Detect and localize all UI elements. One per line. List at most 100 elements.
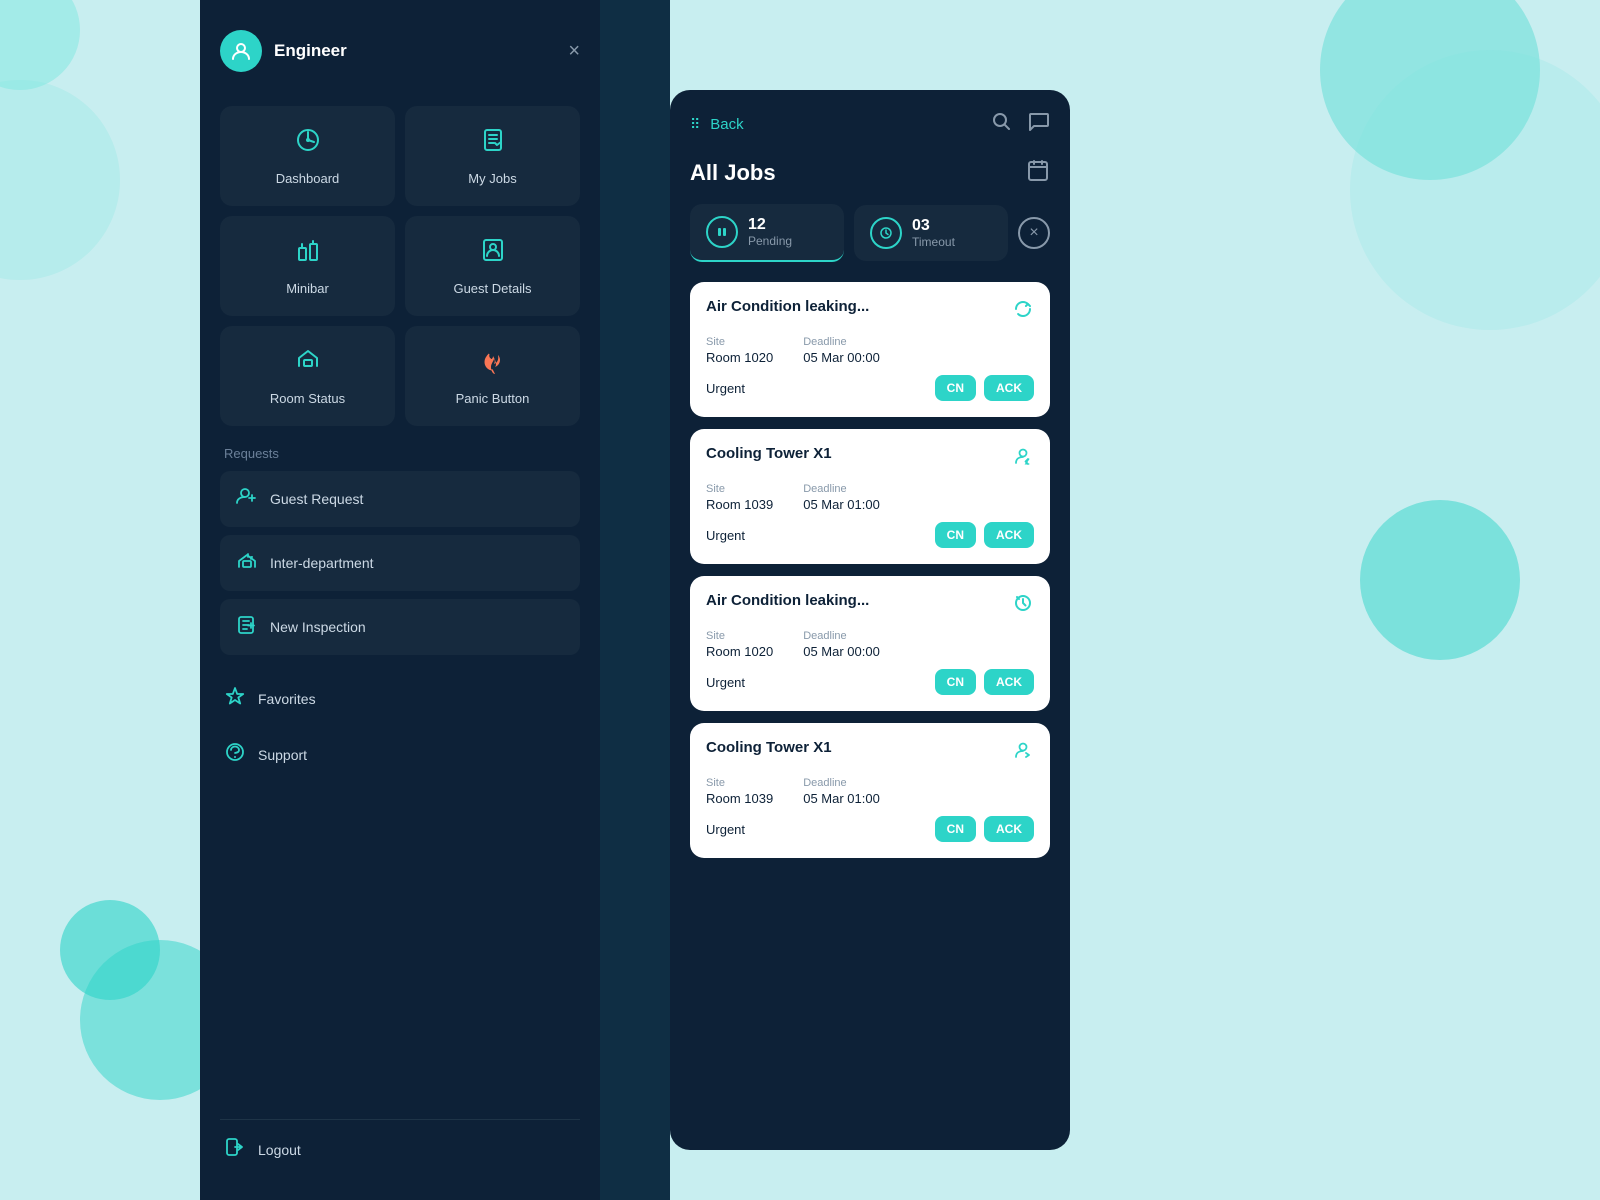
- ack-button-2[interactable]: ACK: [984, 522, 1034, 548]
- reassign-icon-2: [1012, 445, 1034, 473]
- deadline-label-3: Deadline: [803, 630, 880, 642]
- cn-button-4[interactable]: CN: [935, 816, 976, 842]
- bg-circle-7: [1360, 500, 1520, 660]
- logout-button[interactable]: Logout: [220, 1119, 580, 1180]
- panel-calendar-icon[interactable]: [1026, 158, 1050, 188]
- support-link[interactable]: Support: [220, 731, 580, 779]
- job-card-3-footer: Urgent CN ACK: [706, 669, 1034, 695]
- cn-button-2[interactable]: CN: [935, 522, 976, 548]
- menu-item-minibar[interactable]: Minibar: [220, 216, 395, 316]
- tab-pending[interactable]: 12 Pending: [690, 204, 844, 262]
- job-card-2: Cooling Tower X1 Site Room 1039 Deadl: [690, 429, 1050, 564]
- bg-circle-3: [1320, 0, 1540, 180]
- panel-header: Engineer ×: [220, 20, 580, 82]
- logout-label: Logout: [258, 1142, 301, 1158]
- menu-grid: Dashboard My Jobs Minibar: [220, 106, 580, 426]
- pending-info: 12 Pending: [748, 216, 792, 248]
- request-item-guest[interactable]: Guest Request: [220, 471, 580, 527]
- request-item-inspection[interactable]: New Inspection: [220, 599, 580, 655]
- job-actions-1: CN ACK: [935, 375, 1034, 401]
- menu-item-panic-button[interactable]: Panic Button: [405, 326, 580, 426]
- job-card-4: Cooling Tower X1 Site Room 1039 Deadline: [690, 723, 1050, 858]
- job-card-4-header: Cooling Tower X1: [706, 739, 1034, 767]
- request-item-inter[interactable]: Inter-department: [220, 535, 580, 591]
- panel-title: All Jobs: [690, 158, 1050, 188]
- site-value-4: Room 1039: [706, 791, 773, 806]
- site-label-4: Site: [706, 777, 773, 789]
- header-icons: [990, 110, 1050, 138]
- job-card-1-header: Air Condition leaking...: [706, 298, 1034, 326]
- minibar-icon: [294, 236, 322, 271]
- user-name: Engineer: [274, 41, 347, 61]
- deadline-detail-1: Deadline 05 Mar 00:00: [803, 336, 880, 365]
- room-status-label: Room Status: [270, 391, 345, 406]
- message-icon[interactable]: [1028, 110, 1050, 138]
- ack-button-1[interactable]: ACK: [984, 375, 1034, 401]
- cn-button-1[interactable]: CN: [935, 375, 976, 401]
- deadline-label-4: Deadline: [803, 777, 880, 789]
- menu-item-room-status[interactable]: Room Status: [220, 326, 395, 426]
- job-card-4-footer: Urgent CN ACK: [706, 816, 1034, 842]
- avatar: [220, 30, 262, 72]
- dashboard-icon: [294, 126, 322, 161]
- cn-button-3[interactable]: CN: [935, 669, 976, 695]
- request-items: Guest Request Inter-department: [220, 471, 580, 655]
- close-tab-button[interactable]: ×: [1018, 217, 1050, 249]
- deadline-detail-3: Deadline 05 Mar 00:00: [803, 630, 880, 659]
- guest-details-icon: [479, 236, 507, 271]
- grid-icon: ⠿: [690, 116, 702, 133]
- site-label-1: Site: [706, 336, 773, 348]
- right-panel: ⠿ Back All Jobs: [670, 90, 1070, 1150]
- menu-item-my-jobs[interactable]: My Jobs: [405, 106, 580, 206]
- reassign-icon-4: [1012, 739, 1034, 767]
- my-jobs-icon: [479, 126, 507, 161]
- pending-count: 12: [748, 216, 792, 234]
- ack-button-4[interactable]: ACK: [984, 816, 1034, 842]
- urgent-badge-1: Urgent: [706, 381, 745, 396]
- job-actions-3: CN ACK: [935, 669, 1034, 695]
- inter-dept-icon: [236, 549, 258, 577]
- favorites-link[interactable]: Favorites: [220, 675, 580, 723]
- bg-circle-6: [60, 900, 160, 1000]
- menu-item-guest-details[interactable]: Guest Details: [405, 216, 580, 316]
- urgent-badge-4: Urgent: [706, 822, 745, 837]
- job-card-1: Air Condition leaking... Site Room 1020 …: [690, 282, 1050, 417]
- bottom-links: Favorites Support: [220, 675, 580, 779]
- close-button[interactable]: ×: [568, 41, 580, 61]
- site-label-3: Site: [706, 630, 773, 642]
- job-title-3: Air Condition leaking...: [706, 592, 869, 609]
- panic-button-label: Panic Button: [456, 391, 530, 406]
- urgent-badge-2: Urgent: [706, 528, 745, 543]
- deadline-label-2: Deadline: [803, 483, 880, 495]
- deadline-detail-2: Deadline 05 Mar 01:00: [803, 483, 880, 512]
- deadline-detail-4: Deadline 05 Mar 01:00: [803, 777, 880, 806]
- site-detail-3: Site Room 1020: [706, 630, 773, 659]
- job-cards: Air Condition leaking... Site Room 1020 …: [690, 282, 1050, 858]
- logout-icon: [224, 1136, 246, 1164]
- right-panel-header: ⠿ Back: [690, 110, 1050, 138]
- search-icon[interactable]: [990, 110, 1012, 138]
- site-detail-2: Site Room 1039: [706, 483, 773, 512]
- deadline-value-2: 05 Mar 01:00: [803, 497, 880, 512]
- back-button[interactable]: ⠿ Back: [690, 116, 744, 133]
- inter-dept-label: Inter-department: [270, 555, 374, 571]
- job-title-2: Cooling Tower X1: [706, 445, 832, 462]
- bg-circle-4: [1350, 50, 1600, 330]
- menu-item-dashboard[interactable]: Dashboard: [220, 106, 395, 206]
- site-value-2: Room 1039: [706, 497, 773, 512]
- site-detail-1: Site Room 1020: [706, 336, 773, 365]
- panel-header-left: Engineer: [220, 30, 347, 72]
- dashboard-label: Dashboard: [276, 171, 340, 186]
- ack-button-3[interactable]: ACK: [984, 669, 1034, 695]
- guest-request-icon: [236, 485, 258, 513]
- panic-button-icon: [479, 346, 507, 381]
- job-card-2-footer: Urgent CN ACK: [706, 522, 1034, 548]
- job-details-2: Site Room 1039 Deadline 05 Mar 01:00: [706, 483, 1034, 512]
- job-card-2-header: Cooling Tower X1: [706, 445, 1034, 473]
- urgent-badge-3: Urgent: [706, 675, 745, 690]
- refresh-icon-1: [1012, 298, 1034, 326]
- clock-icon: [870, 217, 902, 249]
- tab-timeout[interactable]: 03 Timeout: [854, 205, 1008, 261]
- job-card-3: Air Condition leaking... Site Room 1020 …: [690, 576, 1050, 711]
- favorites-label: Favorites: [258, 691, 316, 707]
